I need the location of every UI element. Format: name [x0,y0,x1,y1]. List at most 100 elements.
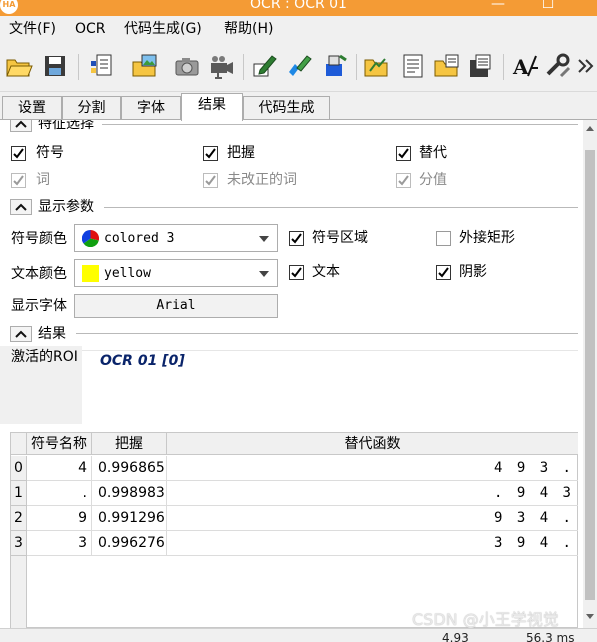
watermark: CSDN @小王学视觉 [412,610,559,629]
scroll-down-icon[interactable] [586,614,594,619]
results-table[interactable]: 符号名称 把握 替代函数 0 4 0.996865 4 9 3 . 1 . 0.… [10,432,578,628]
tab-settings[interactable]: 设置 [2,96,62,120]
symbol-checkbox-label: 符号 [36,145,64,161]
checkmark-icon [438,267,449,278]
alternatives-checkbox[interactable] [396,146,411,161]
tab-bar: 设置 分割 字体 结果 代码生成 [0,92,597,121]
checkmark-icon [398,175,409,186]
disk-save-alt-icon[interactable] [466,52,496,80]
column-header-confidence[interactable]: 把握 [92,433,167,455]
collapse-display-button[interactable] [10,199,32,215]
bounding-rect-checkbox[interactable] [436,231,451,246]
section-divider [102,124,578,125]
tab-font[interactable]: 字体 [121,96,181,120]
brush-tool-icon[interactable] [320,52,350,80]
word-checkbox-label: 词 [36,172,50,188]
open-folder-icon[interactable] [4,52,34,80]
document-text-icon[interactable] [398,52,428,80]
row-index[interactable]: 0 [11,456,27,481]
toolbar: A [0,42,597,92]
open-folder-alt-icon[interactable] [362,52,392,80]
menu-bar: 文件(F) OCR 代码生成(G) 帮助(H) [0,16,597,42]
alternatives-checkbox-label: 替代 [419,145,447,161]
table-corner [11,433,27,455]
active-roi-value: OCR 01 [0] [100,353,185,369]
table-cell-symbol[interactable]: 3 [27,531,92,556]
tab-results[interactable]: 结果 [181,93,243,121]
text-color-select[interactable]: yellow [74,259,278,287]
maximize-button[interactable]: ☐ [538,0,558,12]
folder-save-icon[interactable] [432,52,462,80]
toolbar-separator [243,54,244,80]
vertical-scrollbar[interactable] [583,120,597,628]
table-cell-symbol[interactable]: 4 [27,456,92,481]
row-index[interactable]: 1 [11,481,27,506]
table-cell-symbol[interactable]: . [27,481,92,506]
document-list-icon[interactable] [86,52,116,80]
minimize-button[interactable]: — [488,0,508,12]
table-cell-symbol[interactable]: 9 [27,506,92,531]
results-panel: 特征选择 符号 把握 替代 词 未改正的词 分值 显示参数 符号颜色 color… [0,120,597,628]
collapse-result-button[interactable] [10,326,32,342]
chevron-up-icon [15,203,27,211]
video-camera-icon[interactable] [207,52,237,80]
table-cell-confidence[interactable]: 0.996865 [92,456,167,481]
row-index[interactable]: 2 [11,506,27,531]
menu-file[interactable]: 文件(F) [9,20,56,38]
score-checkbox-label: 分值 [419,172,447,188]
table-cell-alternatives[interactable]: 9 3 4 . [167,506,578,531]
symbol-color-select[interactable]: colored 3 [74,224,278,252]
column-header-symbol[interactable]: 符号名称 [27,433,92,455]
font-tool-icon[interactable]: A [510,52,540,80]
table-cell-confidence[interactable]: 0.991296 [92,506,167,531]
menu-codegen[interactable]: 代码生成(G) [124,20,202,38]
load-image-icon[interactable] [130,52,160,80]
table-cell-alternatives[interactable]: . 9 4 3 [167,481,578,506]
checkmark-icon [291,233,302,244]
symbol-checkbox[interactable] [11,146,26,161]
dropdown-arrow-icon [259,236,269,242]
table-cell-alternatives[interactable]: 3 9 4 . [167,531,578,556]
yellow-swatch-icon [82,265,99,282]
checkmark-icon [205,148,216,159]
active-roi-label: 激活的ROI [11,349,78,365]
shadow-checkbox[interactable] [436,265,451,280]
section-divider [76,333,578,334]
table-cell-confidence[interactable]: 0.998983 [92,481,167,506]
word-checkbox [11,173,26,188]
toolbar-separator [503,54,504,80]
pen-edit-alt-icon[interactable] [285,52,315,80]
result-section-title: 结果 [38,326,66,342]
display-font-label: 显示字体 [11,298,67,314]
checkmark-icon [13,175,24,186]
scrollbar-thumb[interactable] [585,150,595,600]
table-cell-alternatives[interactable]: 4 9 3 . [167,456,578,481]
pen-edit-icon[interactable] [250,52,280,80]
more-chevron-icon[interactable] [575,52,597,80]
settings-wrench-icon[interactable] [543,52,573,80]
menu-ocr[interactable]: OCR [75,20,106,38]
row-index[interactable]: 3 [11,531,27,556]
title-bar: HA OCR : OCR 01 — ☐ [0,0,597,16]
uncorrected-word-checkbox-label: 未改正的词 [227,172,297,188]
camera-icon[interactable] [172,52,202,80]
symbol-color-value: colored 3 [104,231,175,246]
ocr-window: HA OCR : OCR 01 — ☐ 文件(F) OCR 代码生成(G) 帮助… [0,0,597,642]
tab-segmentation[interactable]: 分割 [62,96,121,120]
active-roi-display[interactable]: OCR 01 [0] [82,350,578,424]
menu-help[interactable]: 帮助(H) [224,20,273,38]
symbol-region-checkbox[interactable] [289,231,304,246]
section-divider [104,207,578,208]
text-checkbox[interactable] [289,265,304,280]
scroll-up-icon[interactable] [586,126,594,131]
toolbar-separator [356,54,357,80]
checkmark-icon [13,148,24,159]
display-font-button[interactable]: Arial [74,294,278,318]
confidence-checkbox[interactable] [203,146,218,161]
column-header-alternatives[interactable]: 替代函数 [167,433,578,455]
table-cell-confidence[interactable]: 0.996276 [92,531,167,556]
tab-code-generation[interactable]: 代码生成 [243,96,330,120]
save-disk-icon[interactable] [40,52,70,80]
status-value-b: 56.3 ms [526,631,575,642]
collapse-feature-button[interactable] [10,120,32,132]
